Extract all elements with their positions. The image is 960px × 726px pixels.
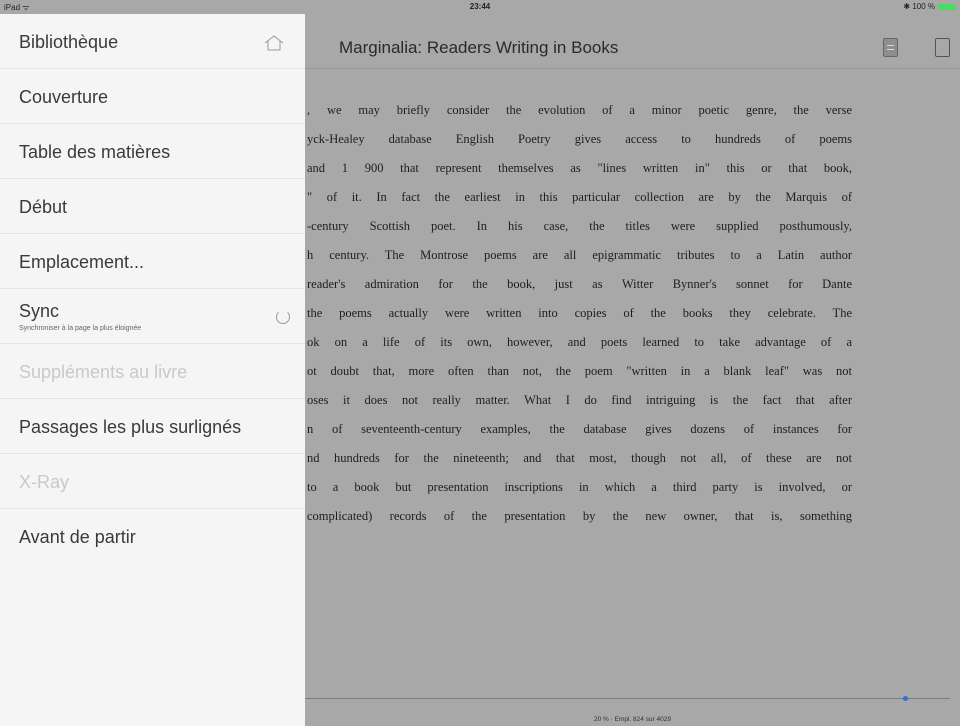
menu-item-label: Table des matières <box>19 142 171 162</box>
menu-item-label: Avant de partir <box>19 527 136 547</box>
home-icon[interactable] <box>263 35 285 51</box>
menu-item-xray: X-Ray <box>0 454 305 509</box>
clock: 23:44 <box>469 2 491 11</box>
progress-handle[interactable] <box>902 696 908 701</box>
menu-item-extras: Suppléments au livre <box>0 344 305 399</box>
menu-item-label: Passages les plus surlignés <box>19 417 242 437</box>
menu-item-cover[interactable]: Couverture <box>0 69 305 124</box>
text-line: n of seventeenth-century examples, the d… <box>307 422 852 436</box>
text-line: " of it. In fact the earliest in this pa… <box>307 190 852 204</box>
menu-item-library[interactable]: Bibliothèque <box>0 14 305 69</box>
text-line: yck-Healey database English Poetry gives… <box>307 132 852 146</box>
location-footer: 20 % · Empl. 824 sur 4029 <box>594 716 671 723</box>
status-bar: iPad ᯤ 23:44 ✱ 100 % <box>0 0 960 14</box>
text-line: h century. The Montrose poems are all ep… <box>307 248 852 262</box>
bookmark-icon[interactable] <box>935 38 950 57</box>
menu-item-label: X-Ray <box>19 472 70 492</box>
menu-item-label: Sync <box>19 301 60 321</box>
text-line: the poems actually were written into cop… <box>307 306 852 320</box>
battery-label: ✱ 100 % <box>903 2 935 11</box>
page-text: , we may briefly consider the evolution … <box>305 96 960 531</box>
sync-icon <box>276 310 290 324</box>
reading-progress-slider[interactable] <box>305 696 950 701</box>
text-line: reader's admiration for the book, just a… <box>307 277 852 291</box>
menu-item-start[interactable]: Début <box>0 179 305 234</box>
text-line: ok on a life of its own, however, and po… <box>307 335 852 349</box>
text-line: complicated) records of the presentation… <box>307 509 852 523</box>
text-line: , we may briefly consider the evolution … <box>307 103 852 117</box>
menu-item-toc[interactable]: Table des matières <box>0 124 305 179</box>
navigation-menu: Bibliothèque Couverture Table des matièr… <box>0 14 305 726</box>
menu-item-before-you-go[interactable]: Avant de partir <box>0 509 305 564</box>
text-line: oses it does not really matter. What I d… <box>307 393 852 407</box>
menu-item-label: Couverture <box>19 87 109 107</box>
menu-item-label: Début <box>19 197 68 217</box>
text-line: to a book but presentation inscriptions … <box>307 480 852 494</box>
menu-item-label: Suppléments au livre <box>19 362 188 382</box>
battery-status: ✱ 100 % <box>903 2 956 11</box>
text-line: ot doubt that, more often than not, the … <box>307 364 852 378</box>
menu-item-sync[interactable]: Sync Synchroniser à la page la plus éloi… <box>0 289 305 344</box>
menu-item-label: Emplacement... <box>19 252 145 272</box>
text-line: -century Scottish poet. In his case, the… <box>307 219 852 233</box>
text-line: and 1 900 that represent themselves as "… <box>307 161 852 175</box>
menu-item-label: Bibliothèque <box>19 32 119 52</box>
menu-item-highlights[interactable]: Passages les plus surlignés <box>0 399 305 454</box>
menu-item-location[interactable]: Emplacement... <box>0 234 305 289</box>
reader-titlebar: Marginalia: Readers Writing in Books <box>305 30 960 69</box>
notes-icon[interactable] <box>883 38 898 57</box>
book-title: Marginalia: Readers Writing in Books <box>339 38 619 57</box>
battery-icon <box>938 3 956 10</box>
sync-subtitle: Synchroniser à la page la plus éloignée <box>19 325 142 332</box>
text-line: nd hundreds for the nineteenth; and that… <box>307 451 852 465</box>
